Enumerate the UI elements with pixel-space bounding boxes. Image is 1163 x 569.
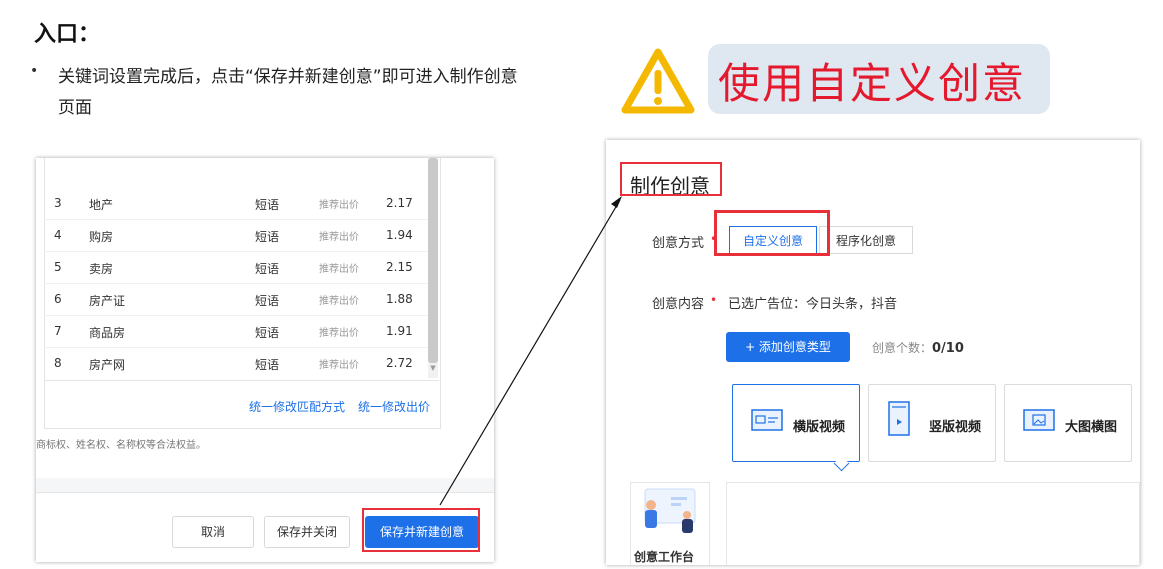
creative-content-label: 创意内容 <box>652 297 705 312</box>
bullet-text: 关键词设置完成后，点击“保存并新建创意”即可进入制作创意页面 <box>58 67 518 118</box>
add-creative-type-button[interactable]: + 添加创意类型 <box>726 332 850 362</box>
card-vertical-video[interactable]: 竖版视频 <box>868 384 996 462</box>
table-row: 5 卖房 短语 推荐出价 2.15 <box>54 260 413 276</box>
cancel-button[interactable]: 取消 <box>172 516 254 548</box>
selected-ad-slots: 已选广告位：今日头条，抖音 <box>728 297 898 312</box>
workbench-illustration-icon <box>644 488 696 533</box>
scrollbar-thumb[interactable] <box>428 158 438 363</box>
footer-separator <box>36 478 494 492</box>
large-image-icon <box>1023 409 1055 431</box>
right-screenshot-panel: 制作创意 创意方式 • 自定义创意 程序化创意 创意内容 • 已选广告位：今日头… <box>606 140 1140 565</box>
creative-count: 创意个数：0/10 <box>872 341 964 356</box>
highlight-box <box>362 508 480 552</box>
horizontal-video-icon <box>751 409 783 431</box>
warning-triangle-icon <box>621 48 695 114</box>
warning-text: 使用自定义创意 <box>718 59 1027 108</box>
creative-method-label: 创意方式 <box>652 236 705 251</box>
required-mark: • <box>710 293 718 307</box>
card-horizontal-video[interactable]: 横版视频 <box>732 384 860 462</box>
table-row: 3 地产 短语 推荐出价 2.17 <box>54 196 413 212</box>
legal-notice: 商标权、姓名权、名称权等合法权益。 <box>36 440 206 451</box>
highlight-box <box>714 210 830 256</box>
table-row: 8 房产网 短语 推荐出价 2.72 <box>54 356 413 372</box>
creative-editor-area <box>726 482 1140 565</box>
batch-edit-match-link[interactable]: 统一修改匹配方式 <box>249 398 345 415</box>
save-and-close-button[interactable]: 保存并关闭 <box>264 516 350 548</box>
page-heading: 入口： <box>34 22 101 47</box>
vertical-video-icon <box>888 401 910 436</box>
batch-edit-bid-link[interactable]: 统一修改出价 <box>358 398 430 415</box>
highlight-box <box>620 162 722 196</box>
left-screenshot-panel: 3 地产 短语 推荐出价 2.17 4 购房 短语 推荐出价 1.94 5 卖房 短语 推荐… <box>36 158 494 562</box>
table-row: 6 房产证 短语 推荐出价 1.88 <box>54 292 413 308</box>
table-row: 4 购房 短语 推荐出价 1.94 <box>54 228 413 244</box>
table-divider <box>44 380 439 381</box>
creative-workbench-label: 创意工作台 <box>634 550 695 564</box>
card-large-image[interactable]: 大图横图 <box>1004 384 1132 462</box>
bullet-dot: • <box>30 63 39 79</box>
scroll-down-icon[interactable]: ▼ <box>428 364 438 374</box>
option-programmatic-creative[interactable]: 程序化创意 <box>819 226 913 254</box>
table-row: 7 商品房 短语 推荐出价 1.91 <box>54 324 413 340</box>
